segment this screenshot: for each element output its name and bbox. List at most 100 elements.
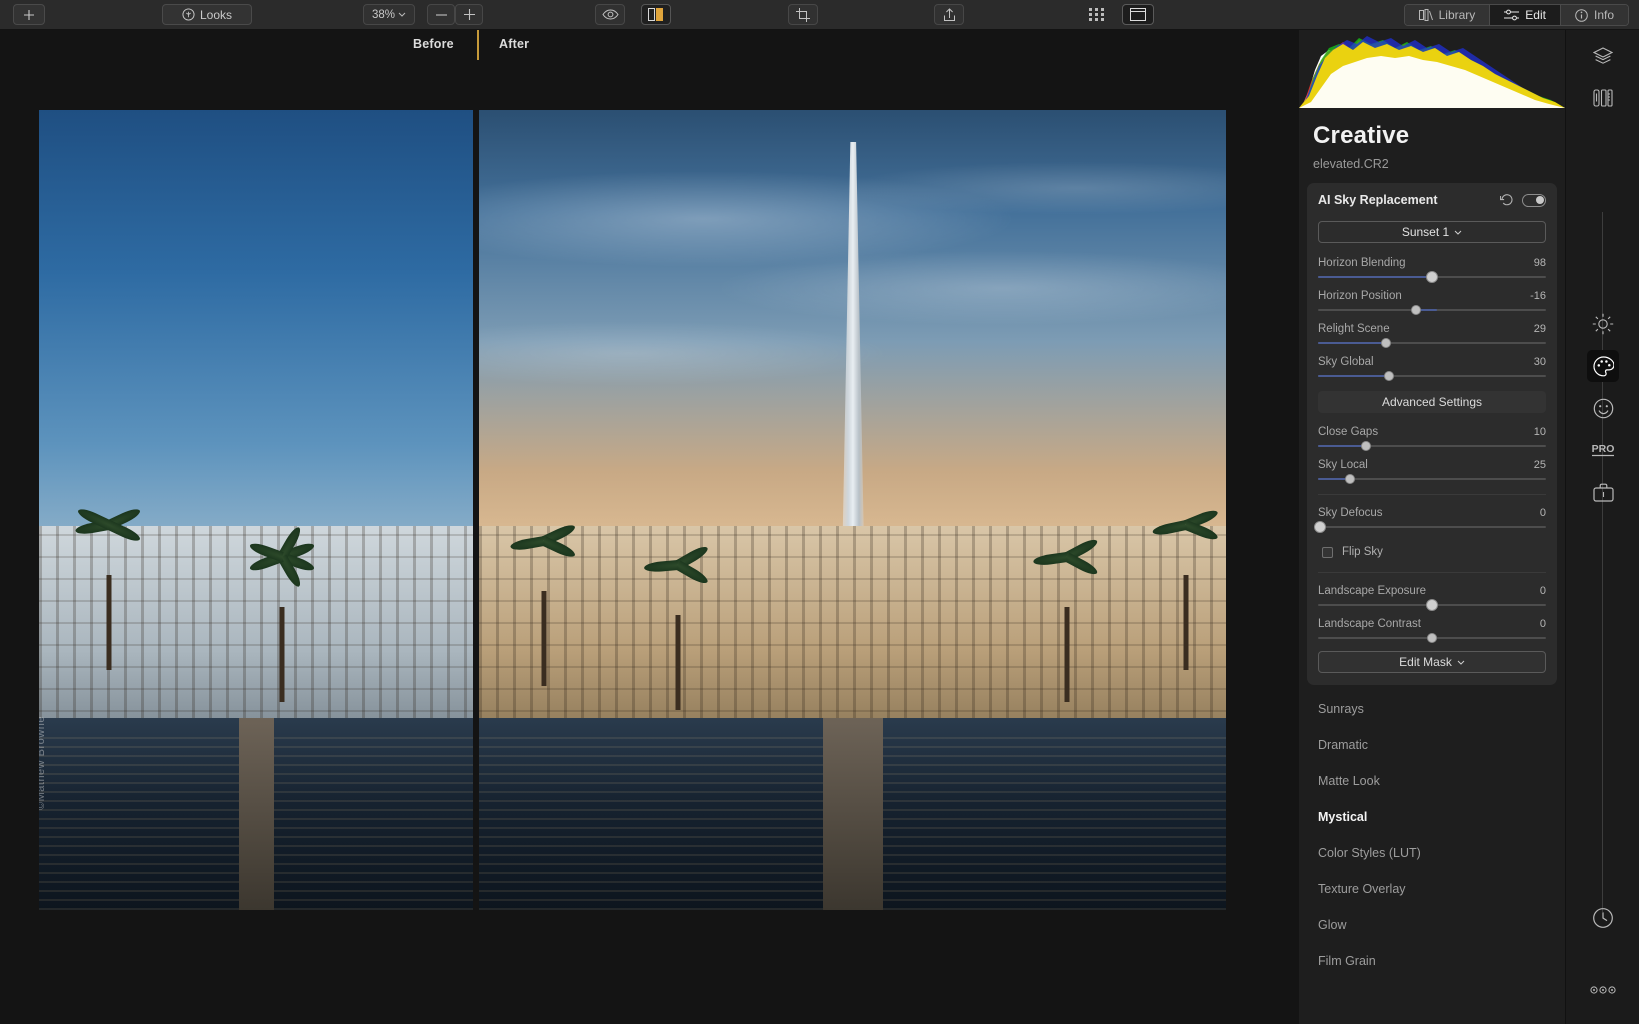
briefcase-icon	[1592, 483, 1614, 502]
rail-portrait-button[interactable]	[1587, 392, 1619, 424]
single-view-button[interactable]	[1122, 4, 1154, 25]
rail-tools-button[interactable]	[1587, 82, 1619, 114]
chevron-down-icon	[398, 12, 406, 17]
slider-relight-scene[interactable]: Relight Scene 29	[1318, 323, 1546, 348]
preview-toggle-button[interactable]	[595, 4, 625, 25]
rail-history-button[interactable]	[1587, 902, 1619, 934]
single-view-icon	[1130, 8, 1146, 21]
minus-icon	[435, 13, 447, 16]
slider-close-gaps[interactable]: Close Gaps 10	[1318, 426, 1546, 451]
list-item-sunrays[interactable]: Sunrays	[1299, 691, 1565, 727]
zoom-in-button[interactable]	[455, 4, 483, 25]
crop-button[interactable]	[788, 4, 818, 25]
slider-value: 0	[1539, 618, 1546, 630]
share-icon	[943, 7, 955, 21]
rail-layers-button[interactable]	[1587, 40, 1619, 72]
edit-mask-label: Edit Mask	[1399, 655, 1452, 669]
list-item-texture-overlay[interactable]: Texture Overlay	[1299, 871, 1565, 907]
plus-icon	[463, 9, 475, 20]
list-item-label: Texture Overlay	[1318, 882, 1406, 896]
edit-mask-button[interactable]: Edit Mask	[1318, 651, 1546, 673]
rail-more-button[interactable]	[1587, 974, 1619, 1006]
grid-view-button[interactable]	[1081, 4, 1111, 25]
slider-value: -16	[1530, 290, 1546, 302]
share-button[interactable]	[934, 4, 964, 25]
app-window: Looks 38% Library Edit Info Before After…	[0, 0, 1639, 1024]
advanced-settings-button[interactable]: Advanced Settings	[1318, 391, 1546, 413]
before-sky	[39, 110, 473, 574]
palette-icon	[1592, 355, 1614, 376]
mode-tab-group: Library Edit Info	[1403, 4, 1629, 26]
edit-sliders-icon	[1504, 9, 1520, 21]
slider-value: 10	[1533, 426, 1546, 438]
slider-label: Sky Global	[1318, 356, 1374, 368]
zoom-level-select[interactable]: 38%	[363, 4, 415, 25]
tab-edit[interactable]: Edit	[1490, 5, 1561, 25]
rail-pro-button[interactable]: PRO	[1587, 434, 1619, 466]
tab-library-label: Library	[1438, 8, 1476, 22]
list-item-label: Glow	[1318, 918, 1347, 932]
compare-split-button[interactable]	[641, 4, 671, 25]
palm-tree	[643, 543, 713, 710]
layers-icon	[1593, 47, 1613, 64]
list-item-dramatic[interactable]: Dramatic	[1299, 727, 1565, 763]
slider-horizon-position[interactable]: Horizon Position -16	[1318, 290, 1546, 315]
slider-landscape-exposure[interactable]: Landscape Exposure 0	[1318, 585, 1546, 611]
tab-library[interactable]: Library	[1404, 5, 1491, 25]
list-item-matte-look[interactable]: Matte Look	[1299, 763, 1565, 799]
creative-tool-list: Sunrays Dramatic Matte Look Mystical Col…	[1299, 685, 1565, 979]
palm-tree	[1032, 536, 1102, 702]
list-item-film-grain[interactable]: Film Grain	[1299, 943, 1565, 979]
slider-label: Horizon Blending	[1318, 257, 1406, 269]
slider-value: 29	[1533, 323, 1546, 335]
reset-arrow-icon[interactable]	[1500, 194, 1513, 206]
flip-sky-row[interactable]: Flip Sky	[1322, 546, 1546, 558]
after-buildings	[479, 526, 1226, 734]
after-label: After	[499, 37, 530, 51]
slider-value: 0	[1539, 507, 1546, 519]
portrait-icon	[1593, 398, 1613, 418]
toggle-on-icon[interactable]	[1522, 193, 1546, 207]
image-canvas[interactable]: ©Mathew Browne	[0, 60, 1266, 1024]
palm-tree	[1151, 507, 1221, 670]
looks-circle-icon	[182, 8, 195, 21]
slider-sky-global[interactable]: Sky Global 30	[1318, 356, 1546, 381]
section-divider	[1318, 494, 1546, 495]
slider-value: 98	[1533, 257, 1546, 269]
right-edit-panel: Creative elevated.CR2 AI Sky Replacement…	[1299, 30, 1565, 1024]
flip-sky-checkbox[interactable]	[1322, 546, 1333, 558]
list-item-color-styles-lut[interactable]: Color Styles (LUT)	[1299, 835, 1565, 871]
rail-creative-button[interactable]	[1587, 350, 1619, 382]
rail-light-button[interactable]	[1587, 308, 1619, 340]
top-toolbar: Looks 38% Library Edit Info	[0, 0, 1639, 30]
rail-toolkit-button[interactable]	[1587, 476, 1619, 508]
slider-sky-defocus[interactable]: Sky Defocus 0	[1314, 507, 1546, 533]
tab-info[interactable]: Info	[1560, 5, 1628, 25]
slider-horizon-blending[interactable]: Horizon Blending 98	[1318, 257, 1546, 283]
card-header: AI Sky Replacement	[1318, 193, 1546, 207]
add-button[interactable]	[13, 4, 45, 25]
list-item-label: Sunrays	[1318, 702, 1364, 716]
list-item-label: Color Styles (LUT)	[1318, 846, 1421, 860]
slider-sky-local[interactable]: Sky Local 25	[1318, 459, 1546, 484]
before-image: ©Mathew Browne	[39, 110, 473, 910]
histogram-graph	[1299, 36, 1565, 108]
sky-preset-value: Sunset 1	[1401, 225, 1450, 239]
list-item-glow[interactable]: Glow	[1299, 907, 1565, 943]
looks-button[interactable]: Looks	[162, 4, 252, 25]
light-sun-icon	[1592, 313, 1614, 335]
list-item-mystical[interactable]: Mystical	[1299, 799, 1565, 835]
svg-text:PRO: PRO	[1592, 443, 1615, 455]
slider-label: Landscape Exposure	[1318, 585, 1427, 597]
slider-landscape-contrast[interactable]: Landscape Contrast 0	[1318, 618, 1546, 643]
slider-label: Sky Local	[1318, 459, 1368, 471]
sky-preset-dropdown[interactable]: Sunset 1	[1318, 221, 1546, 243]
zoom-out-button[interactable]	[427, 4, 455, 25]
eye-icon	[601, 9, 619, 20]
after-image	[479, 110, 1226, 910]
tab-info-label: Info	[1593, 8, 1614, 22]
slider-value: 0	[1539, 585, 1546, 597]
slider-label: Sky Defocus	[1318, 507, 1383, 519]
slider-label: Landscape Contrast	[1318, 618, 1421, 630]
more-dots-icon	[1590, 986, 1616, 994]
